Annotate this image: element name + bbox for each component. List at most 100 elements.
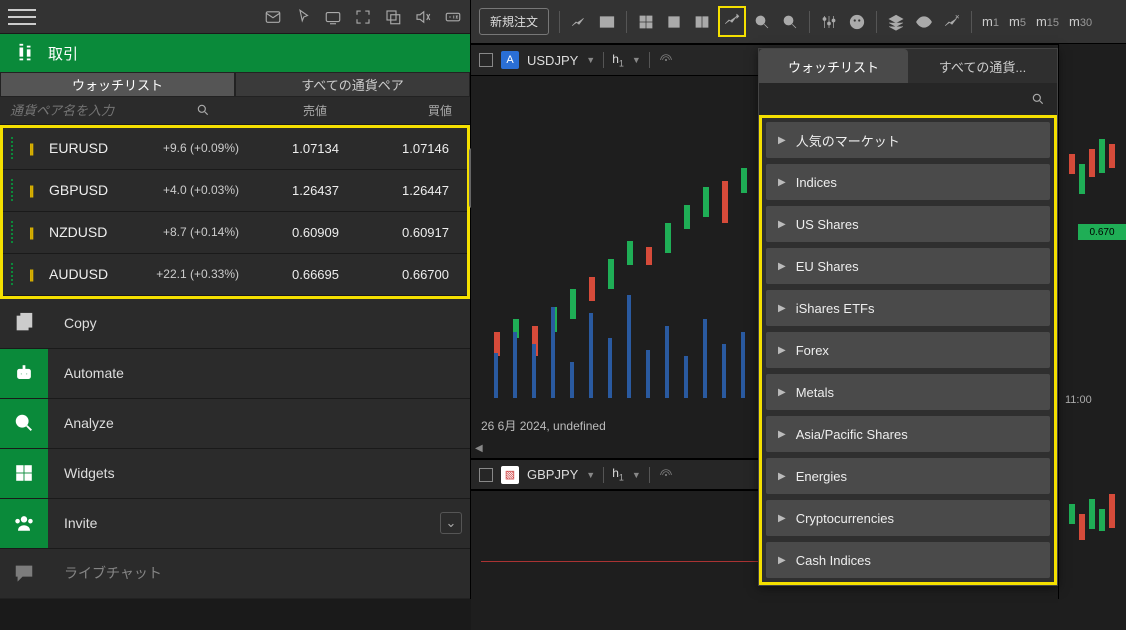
category-item[interactable]: ▶Indices: [766, 164, 1050, 200]
pair-change: +9.6 (+0.09%): [129, 141, 239, 155]
pair-row-gbpusd[interactable]: || GBPUSD +4.0 (+0.03%) 1.26437 1.26447: [3, 170, 467, 212]
pair-sell[interactable]: 0.60909: [239, 225, 349, 240]
eye-icon[interactable]: [915, 13, 933, 31]
triangle-icon: ▶: [778, 471, 786, 482]
pair-sell[interactable]: 1.07134: [239, 141, 349, 156]
search-icon[interactable]: [1031, 92, 1045, 106]
category-item[interactable]: ▶Metals: [766, 374, 1050, 410]
highlighted-tool[interactable]: [718, 6, 746, 37]
chat-icon: [0, 549, 48, 598]
menu-copy[interactable]: Copy: [0, 299, 470, 349]
drag-handle-icon[interactable]: [11, 179, 21, 201]
timeframe-m5[interactable]: m5: [1009, 14, 1026, 29]
chart-symbol[interactable]: GBPJPY: [527, 467, 578, 482]
split-icon[interactable]: [693, 13, 711, 31]
pair-row-audusd[interactable]: || AUDUSD +22.1 (+0.33%) 0.66695 0.66700: [3, 254, 467, 296]
windows-icon[interactable]: [384, 8, 402, 26]
signal-icon[interactable]: [658, 52, 674, 68]
tv-icon[interactable]: [324, 8, 342, 26]
pair-buy[interactable]: 1.26447: [349, 183, 459, 198]
drag-handle-icon[interactable]: [11, 221, 21, 243]
pair-sell[interactable]: 1.26437: [239, 183, 349, 198]
zoom-minus-icon[interactable]: [753, 13, 771, 31]
menu-livechat[interactable]: ライブチャット: [0, 549, 470, 599]
scroll-left-icon[interactable]: ◀: [475, 443, 483, 454]
chart-line-icon[interactable]: [570, 13, 588, 31]
fullscreen-icon[interactable]: [354, 8, 372, 26]
trade-label: 取引: [48, 43, 78, 64]
chevron-down-icon[interactable]: ▼: [632, 55, 641, 65]
pair-buy[interactable]: 0.60917: [349, 225, 459, 240]
timeframe-m30[interactable]: m30: [1069, 14, 1092, 29]
pointer-icon[interactable]: [294, 8, 312, 26]
pair-buy[interactable]: 0.66700: [349, 267, 459, 282]
right-panel: 新規注文 m1 m5 m15 m30 A: [471, 0, 1126, 599]
pair-buy[interactable]: 1.07146: [349, 141, 459, 156]
category-item[interactable]: ▶Forex: [766, 332, 1050, 368]
pair-row-eurusd[interactable]: || EURUSD +9.6 (+0.09%) 1.07134 1.07146: [3, 128, 467, 170]
new-order-button[interactable]: 新規注文: [479, 8, 549, 35]
triangle-icon: ▶: [778, 555, 786, 566]
tab-watchlist[interactable]: ウォッチリスト: [0, 72, 235, 97]
menu-automate[interactable]: Automate: [0, 349, 470, 399]
time-label: 11:00: [1065, 394, 1092, 406]
signal-icon[interactable]: [658, 467, 674, 483]
timeframe-m1[interactable]: m1: [982, 14, 999, 29]
sound-icon[interactable]: [414, 8, 432, 26]
chevron-down-icon[interactable]: ▼: [586, 55, 595, 65]
chevron-down-icon[interactable]: ▼: [586, 470, 595, 480]
panel-icon[interactable]: [598, 13, 616, 31]
frame-icon[interactable]: [479, 468, 493, 482]
share-icon[interactable]: [848, 13, 866, 31]
menu-invite[interactable]: Invite ⌄: [0, 499, 470, 549]
chart-x-icon[interactable]: [943, 13, 961, 31]
layers-icon[interactable]: [887, 13, 905, 31]
triangle-icon: ▶: [778, 219, 786, 230]
chart-badge: ▧: [501, 466, 519, 484]
triangle-icon: ▶: [778, 135, 786, 146]
frame-icon[interactable]: [479, 53, 493, 67]
chevron-down-icon[interactable]: ⌄: [440, 512, 462, 534]
pair-symbol: EURUSD: [49, 140, 129, 156]
pair-search-input[interactable]: [10, 103, 196, 118]
indicators-icon[interactable]: [820, 13, 838, 31]
grid4-icon[interactable]: [637, 13, 655, 31]
popup-tab-all[interactable]: すべての通貨...: [908, 49, 1057, 83]
category-item[interactable]: ▶US Shares: [766, 206, 1050, 242]
timeframe-m15[interactable]: m15: [1036, 14, 1059, 29]
popup-tab-watchlist[interactable]: ウォッチリスト: [759, 49, 908, 83]
separator: [649, 52, 650, 68]
timeframe-label[interactable]: h1: [612, 466, 624, 482]
category-item[interactable]: ▶Energies: [766, 458, 1050, 494]
category-item[interactable]: ▶Asia/Pacific Shares: [766, 416, 1050, 452]
pair-sell[interactable]: 0.66695: [239, 267, 349, 282]
pair-symbol: AUDUSD: [49, 266, 129, 282]
single-icon[interactable]: [665, 13, 683, 31]
lang-icon[interactable]: [444, 8, 462, 26]
drag-handle-icon[interactable]: [11, 137, 21, 159]
search-icon[interactable]: [196, 103, 210, 117]
pair-row-nzdusd[interactable]: || NZDUSD +8.7 (+0.14%) 0.60909 0.60917: [3, 212, 467, 254]
pause-icon: ||: [29, 225, 41, 240]
mail-icon[interactable]: [264, 8, 282, 26]
menu-analyze[interactable]: Analyze: [0, 399, 470, 449]
category-item[interactable]: ▶Cash Indices: [766, 542, 1050, 578]
separator: [559, 11, 560, 33]
category-item[interactable]: ▶iShares ETFs: [766, 290, 1050, 326]
pair-search-row: 売値 買値: [0, 97, 470, 125]
drag-handle-icon[interactable]: [11, 263, 21, 285]
category-item[interactable]: ▶EU Shares: [766, 248, 1050, 284]
menu-widgets[interactable]: Widgets: [0, 449, 470, 499]
header-sell: 売値: [220, 102, 345, 119]
zoom-icon[interactable]: [781, 13, 799, 31]
chevron-down-icon[interactable]: ▼: [632, 470, 641, 480]
popup-search[interactable]: [759, 83, 1057, 115]
popup-tabs: ウォッチリスト すべての通貨...: [759, 49, 1057, 83]
tab-all-pairs[interactable]: すべての通貨ペア: [235, 72, 470, 97]
category-item[interactable]: ▶人気のマーケット: [766, 122, 1050, 158]
pair-search[interactable]: [0, 103, 220, 118]
menu-icon[interactable]: [8, 3, 36, 31]
timeframe-label[interactable]: h1: [612, 52, 624, 68]
chart-symbol[interactable]: USDJPY: [527, 53, 578, 68]
category-item[interactable]: ▶Cryptocurrencies: [766, 500, 1050, 536]
